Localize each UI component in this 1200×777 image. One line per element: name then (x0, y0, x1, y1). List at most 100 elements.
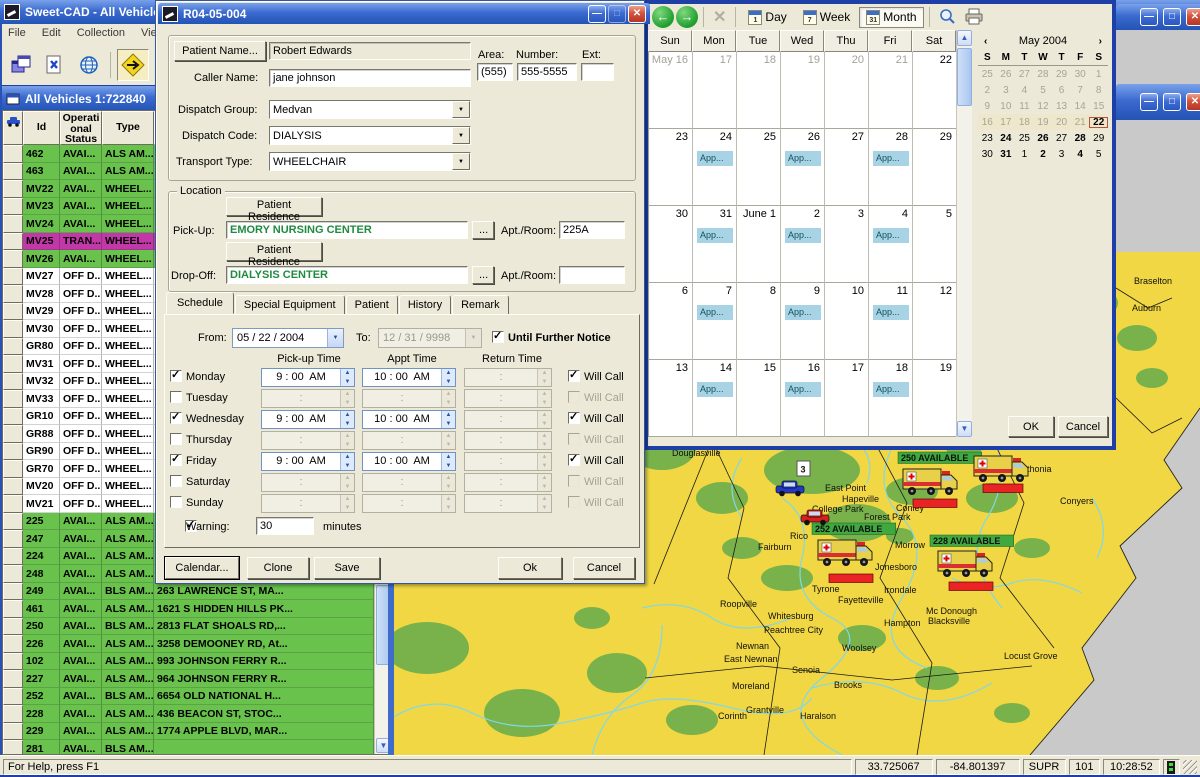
vehicle-row[interactable]: 227AVAI...ALS AM...964 JOHNSON FERRY R..… (3, 670, 391, 688)
spin-down-icon[interactable]: ▼ (341, 420, 354, 429)
row-selector[interactable] (3, 513, 23, 531)
row-selector[interactable] (3, 425, 23, 443)
spin-up-icon[interactable]: ▲ (341, 453, 354, 462)
area-code-field[interactable]: (555) (477, 63, 513, 81)
calendar-day-cell[interactable]: 29 (913, 129, 957, 206)
calendar-dow-header[interactable]: Tue (736, 30, 780, 52)
calendar-day-cell[interactable]: May 16 (649, 52, 693, 129)
mini-next-icon[interactable]: › (1093, 36, 1108, 47)
dropoff-field[interactable]: DIALYSIS CENTER (226, 266, 468, 284)
mini-calendar-day[interactable]: 1 (1089, 69, 1108, 80)
forward-icon[interactable]: → (676, 6, 698, 28)
day-checkbox-wednesday[interactable] (170, 412, 182, 424)
row-selector[interactable] (3, 670, 23, 688)
close-button[interactable]: ✕ (1186, 93, 1200, 111)
ambulance-icon[interactable] (974, 456, 1028, 482)
mini-calendar-day[interactable]: 31 (997, 149, 1016, 160)
export-document-icon[interactable] (40, 50, 70, 80)
row-selector[interactable] (3, 233, 23, 251)
vehicle-row[interactable]: 250AVAI...BLS AM...2813 FLAT SHOALS RD,.… (3, 618, 391, 636)
appointment-chip[interactable]: App... (697, 151, 733, 166)
appointment-chip[interactable]: App... (697, 382, 733, 397)
vehicle-row[interactable]: 281AVAI...BLS AM... (3, 740, 391, 755)
calendar-dow-header[interactable]: Fri (868, 30, 912, 52)
back-icon[interactable]: ← (652, 6, 674, 28)
row-selector[interactable] (3, 443, 23, 461)
mini-calendar-day[interactable]: 18 (1015, 117, 1034, 128)
chevron-down-icon[interactable]: ▼ (452, 127, 470, 144)
dropoff-apt-field[interactable] (559, 266, 625, 284)
week-view-button[interactable]: 7Week (796, 7, 857, 28)
day-checkbox-sunday[interactable] (170, 496, 182, 508)
appt-time-spinner[interactable]: 10 : 00 AM▲▼ (362, 410, 456, 429)
mini-calendar-day[interactable]: 25 (1015, 133, 1034, 144)
calendar-day-cell[interactable]: 31App... (693, 206, 737, 283)
phone-number-field[interactable]: 555-5555 (517, 63, 577, 81)
map-window-titlebar[interactable]: — □ ✕ (1116, 84, 1200, 120)
row-selector[interactable] (3, 320, 23, 338)
vehicle-row[interactable]: 461AVAI...ALS AM...1621 S HIDDEN HILLS P… (3, 600, 391, 618)
calendar-day-cell[interactable]: 26App... (781, 129, 825, 206)
appointment-chip[interactable]: App... (873, 151, 909, 166)
mini-calendar-day[interactable]: 9 (978, 101, 997, 112)
day-checkbox-thursday[interactable] (170, 433, 182, 445)
cancel-button[interactable]: Cancel (573, 557, 635, 579)
calendar-day-cell[interactable]: 18 (737, 52, 781, 129)
calendar-ok-button[interactable]: OK (1008, 416, 1054, 437)
appointment-chip[interactable]: App... (785, 305, 821, 320)
calendar-day-cell[interactable]: 13 (649, 360, 693, 437)
calendar-day-cell[interactable]: 19 (913, 360, 957, 437)
mini-calendar-day[interactable]: 12 (1034, 101, 1053, 112)
appointment-chip[interactable]: App... (873, 228, 909, 243)
mini-calendar-day[interactable]: 15 (1089, 101, 1108, 112)
tab-remark[interactable]: Remark (452, 295, 509, 315)
mini-calendar-day[interactable]: 4 (1071, 149, 1090, 160)
calendar-day-cell[interactable]: 7App... (693, 283, 737, 360)
vehicle-row[interactable]: 229AVAI...ALS AM...1774 APPLE BLVD, MAR.… (3, 723, 391, 741)
mini-calendar-day[interactable]: 1 (1015, 149, 1034, 160)
spin-down-icon[interactable]: ▼ (341, 378, 354, 387)
spin-up-icon[interactable]: ▲ (341, 369, 354, 378)
calendar-day-cell[interactable]: 11App... (869, 283, 913, 360)
caller-name-field[interactable]: jane johnson (269, 69, 471, 87)
cascade-windows-icon[interactable] (6, 50, 36, 80)
mini-calendar-day[interactable]: 23 (978, 133, 997, 144)
calendar-day-cell[interactable]: 15 (737, 360, 781, 437)
row-selector[interactable] (3, 705, 23, 723)
spin-down-icon[interactable]: ▼ (442, 420, 455, 429)
row-selector[interactable] (3, 198, 23, 216)
appointment-chip[interactable]: App... (873, 382, 909, 397)
calendar-dow-header[interactable]: Thu (824, 30, 868, 52)
chevron-down-icon[interactable]: ▼ (327, 329, 343, 347)
calendar-dow-header[interactable]: Wed (780, 30, 824, 52)
pickup-residence-button[interactable]: Patient Residence (226, 197, 322, 216)
vehicle-row[interactable]: 252AVAI...BLS AM...6654 OLD NATIONAL H..… (3, 688, 391, 706)
calendar-day-cell[interactable]: 8 (737, 283, 781, 360)
dispatch-code-combo[interactable]: DIALYSIS▼ (269, 126, 471, 145)
row-selector[interactable] (3, 618, 23, 636)
appt-time-spinner[interactable]: 10 : 00 AM▲▼ (362, 452, 456, 471)
mini-calendar-day[interactable]: 14 (1071, 101, 1090, 112)
mini-calendar-day[interactable]: 22 (1089, 117, 1108, 128)
calendar-dow-header[interactable]: Mon (692, 30, 736, 52)
print-icon[interactable] (961, 7, 987, 28)
mini-calendar-day[interactable]: 29 (1052, 69, 1071, 80)
appointment-chip[interactable]: App... (785, 382, 821, 397)
mini-calendar-day[interactable]: 13 (1052, 101, 1071, 112)
mini-calendar-day[interactable]: 30 (978, 149, 997, 160)
vehicle-icon-column-header[interactable] (3, 111, 23, 145)
calendar-day-cell[interactable]: 30 (649, 206, 693, 283)
mini-calendar-day[interactable]: 5 (1034, 85, 1053, 96)
spin-up-icon[interactable]: ▲ (442, 369, 455, 378)
calendar-dow-header[interactable]: Sun (648, 30, 692, 52)
mini-calendar-day[interactable]: 6 (1052, 85, 1071, 96)
calendar-day-cell[interactable]: 3 (825, 206, 869, 283)
mini-calendar-day[interactable]: 29 (1089, 133, 1108, 144)
row-selector[interactable] (3, 688, 23, 706)
clone-button[interactable]: Clone (247, 557, 309, 579)
calendar-day-cell[interactable]: 18App... (869, 360, 913, 437)
minimize-button[interactable]: — (588, 5, 606, 23)
calendar-day-cell[interactable]: 19 (781, 52, 825, 129)
will-call-checkbox[interactable] (568, 454, 580, 466)
day-checkbox-saturday[interactable] (170, 475, 182, 487)
